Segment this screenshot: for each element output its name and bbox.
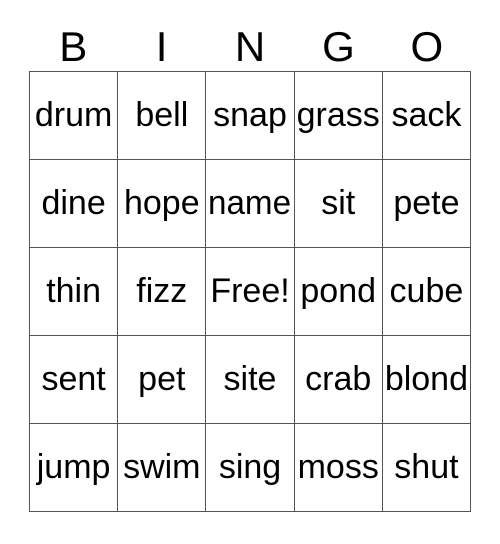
bingo-cell-free-space[interactable]: Free!: [206, 248, 295, 336]
bingo-cell-label: sack: [391, 95, 462, 134]
bingo-cell-label: drum: [34, 95, 113, 134]
bingo-cell-label: moss: [297, 447, 379, 486]
bingo-cell-label: crab: [305, 359, 372, 398]
bingo-header-letter-n: N: [234, 22, 266, 70]
bingo-header-letter-g: G: [322, 22, 355, 70]
bingo-cell-label: swim: [123, 447, 201, 486]
bingo-cell-label: site: [223, 359, 277, 398]
bingo-cell-label: cube: [389, 271, 464, 310]
bingo-cell-o5[interactable]: shut: [382, 424, 472, 512]
bingo-cell-label: sit: [321, 183, 356, 222]
bingo-cell-g4[interactable]: crab: [294, 336, 383, 424]
bingo-free-space-label: Free!: [210, 271, 290, 310]
bingo-row-4: sent pet site crab blond: [30, 336, 472, 424]
bingo-row-1: drum bell snap grass sack: [30, 72, 472, 160]
bingo-cell-o2[interactable]: pete: [382, 160, 472, 248]
bingo-cell-o3[interactable]: cube: [382, 248, 472, 336]
bingo-cell-n5[interactable]: sing: [206, 424, 295, 512]
bingo-cell-i4[interactable]: pet: [118, 336, 207, 424]
bingo-header-letter-b: B: [59, 22, 88, 70]
bingo-cell-o4[interactable]: blond: [382, 336, 472, 424]
bingo-cell-label: bell: [135, 95, 189, 134]
bingo-cell-i5[interactable]: swim: [118, 424, 207, 512]
bingo-cell-g1[interactable]: grass: [294, 72, 383, 160]
bingo-header-letter-o: O: [410, 22, 444, 70]
bingo-cell-label: thin: [46, 271, 102, 310]
bingo-grid: drum bell snap grass sack dine hope name…: [29, 71, 472, 512]
bingo-cell-n2[interactable]: name: [206, 160, 295, 248]
bingo-cell-b4[interactable]: sent: [30, 336, 119, 424]
bingo-card: B I N G O drum bell snap grass sack dine…: [29, 22, 472, 512]
bingo-cell-label: sing: [218, 447, 282, 486]
bingo-cell-o1[interactable]: sack: [382, 72, 472, 160]
bingo-cell-label: pete: [393, 183, 460, 222]
bingo-cell-label: hope: [123, 183, 200, 222]
bingo-cell-b5[interactable]: jump: [30, 424, 119, 512]
bingo-cell-label: shut: [394, 447, 459, 486]
bingo-cell-g2[interactable]: sit: [294, 160, 383, 248]
bingo-cell-label: sent: [41, 359, 106, 398]
bingo-header-row: B I N G O: [29, 22, 471, 71]
bingo-cell-label: pet: [138, 359, 186, 398]
bingo-cell-i3[interactable]: fizz: [118, 248, 207, 336]
bingo-cell-g5[interactable]: moss: [294, 424, 383, 512]
bingo-cell-i1[interactable]: bell: [118, 72, 207, 160]
bingo-cell-n4[interactable]: site: [206, 336, 295, 424]
bingo-cell-n1[interactable]: snap: [206, 72, 295, 160]
bingo-cell-label: snap: [213, 95, 287, 134]
bingo-cell-label: dine: [41, 183, 106, 222]
bingo-cell-i2[interactable]: hope: [118, 160, 207, 248]
bingo-cell-label: jump: [36, 447, 111, 486]
bingo-row-5: jump swim sing moss shut: [30, 424, 472, 512]
bingo-cell-b3[interactable]: thin: [30, 248, 119, 336]
bingo-cell-label: fizz: [136, 271, 188, 310]
bingo-cell-label: name: [208, 183, 292, 222]
bingo-row-2: dine hope name sit pete: [30, 160, 472, 248]
bingo-cell-b1[interactable]: drum: [30, 72, 119, 160]
bingo-cell-label: blond: [384, 359, 469, 398]
bingo-cell-g3[interactable]: pond: [294, 248, 383, 336]
bingo-cell-label: grass: [296, 95, 380, 134]
bingo-row-3: thin fizz Free! pond cube: [30, 248, 472, 336]
bingo-header-letter-i: I: [155, 22, 168, 70]
bingo-cell-b2[interactable]: dine: [30, 160, 119, 248]
bingo-cell-label: pond: [300, 271, 377, 310]
